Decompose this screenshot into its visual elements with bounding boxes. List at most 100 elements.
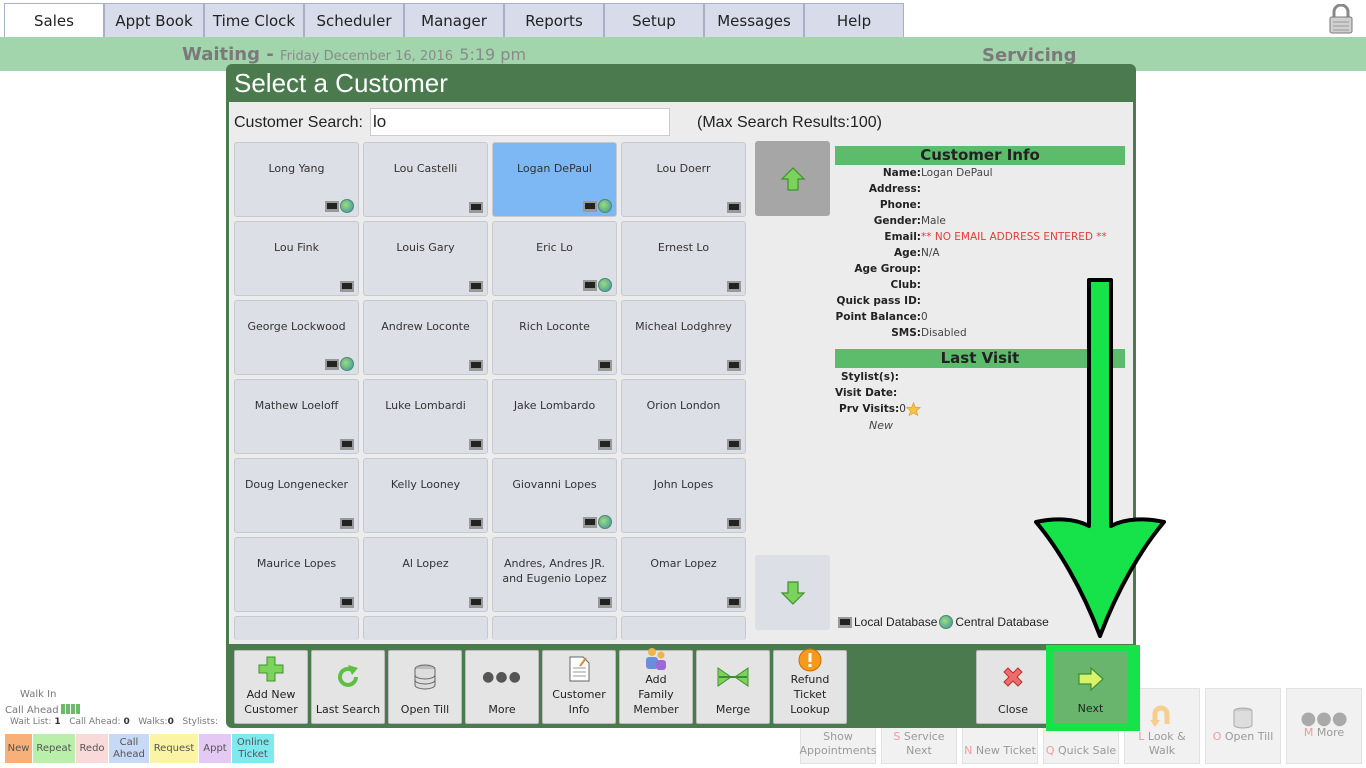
tab-reports[interactable]: Reports	[504, 3, 604, 37]
open-till-bottom-button[interactable]: O Open Till	[1205, 688, 1281, 764]
customer-tile[interactable]: John Lopes	[621, 458, 746, 533]
walks-count: 0	[167, 717, 174, 727]
info-value: Male	[921, 215, 946, 227]
select-customer-dialog: Select a Customer Customer Search: lo (M…	[226, 64, 1140, 731]
customer-tile[interactable]: Kelly Looney	[363, 458, 488, 533]
more-key: M	[1303, 726, 1314, 739]
globe-icon	[598, 515, 612, 529]
customer-name: George Lockwood	[247, 320, 346, 333]
customer-tile[interactable]: Louis Gary	[363, 221, 488, 296]
customer-tile[interactable]: Al Lopez	[363, 537, 488, 612]
quick-sale-key: Q	[1045, 744, 1055, 757]
chip-request[interactable]: Request	[150, 734, 198, 763]
customer-tile-partial[interactable]	[363, 616, 488, 640]
customer-tile[interactable]: Eric Lo	[492, 221, 617, 296]
legend-local-label: Local Database	[854, 615, 938, 629]
database-icon	[414, 664, 436, 689]
customer-name: Doug Longenecker	[244, 478, 349, 491]
stylists-label: Stylists:	[182, 717, 218, 727]
monitor-icon	[340, 597, 354, 608]
prv-visits-value: 0	[899, 403, 906, 415]
customer-tile[interactable]: Rich Loconte	[492, 300, 617, 375]
monitor-icon	[340, 518, 354, 529]
monitor-icon	[727, 518, 741, 529]
database-source-icons	[340, 439, 354, 450]
customer-tile[interactable]: Doug Longenecker	[234, 458, 359, 533]
database-source-icons	[727, 202, 741, 213]
customer-tile[interactable]: Omar Lopez	[621, 537, 746, 612]
call-ahead-count: 0	[123, 717, 130, 727]
customer-name: Mathew Loeloff	[254, 399, 339, 412]
customer-tile[interactable]: Giovanni Lopes	[492, 458, 617, 533]
customer-info-button[interactable]: Customer Info	[542, 650, 616, 724]
tab-time-clock[interactable]: Time Clock	[204, 3, 304, 37]
info-key: Point Balance:	[835, 311, 921, 323]
more-button[interactable]: ●●● More	[465, 650, 539, 724]
customer-tile[interactable]: Long Yang	[234, 142, 359, 217]
monitor-icon	[727, 281, 741, 292]
chip-new[interactable]: New	[5, 734, 32, 763]
info-row: Age: N/A	[835, 245, 1125, 261]
info-key: SMS:	[891, 327, 921, 339]
chip-online-ticket[interactable]: Online Ticket	[232, 734, 274, 763]
customer-tile[interactable]: Maurice Lopes	[234, 537, 359, 612]
customer-tile[interactable]: Lou Castelli	[363, 142, 488, 217]
show-appointments-label: Show Appointments	[799, 730, 877, 757]
tab-appt-book[interactable]: Appt Book	[104, 3, 204, 37]
tab-setup[interactable]: Setup	[604, 3, 704, 37]
tab-help[interactable]: Help	[804, 3, 904, 37]
info-row: Email: ** NO EMAIL ADDRESS ENTERED **	[835, 229, 1125, 245]
scroll-down-button[interactable]	[755, 555, 830, 630]
customer-grid-overflow	[234, 616, 750, 640]
open-till-key: O	[1212, 730, 1222, 743]
family-icon	[646, 648, 666, 670]
tab-messages[interactable]: Messages	[704, 3, 804, 37]
customer-tile[interactable]: Luke Lombardi	[363, 379, 488, 454]
customer-tile[interactable]: Ernest Lo	[621, 221, 746, 296]
customer-tile[interactable]: Andres, Andres JR. and Eugenio Lopez	[492, 537, 617, 612]
globe-icon	[598, 278, 612, 292]
customer-tile[interactable]: Jake Lombardo	[492, 379, 617, 454]
add-family-member-button[interactable]: Add Family Member	[619, 648, 693, 724]
lock-icon[interactable]	[1328, 4, 1354, 34]
customer-tile-partial[interactable]	[621, 616, 746, 640]
chip-appt[interactable]: Appt	[199, 734, 231, 763]
customer-name: Luke Lombardi	[385, 399, 466, 412]
tab-scheduler[interactable]: Scheduler	[304, 3, 404, 37]
tab-sales[interactable]: Sales	[4, 3, 104, 37]
tab-manager[interactable]: Manager	[404, 3, 504, 37]
customer-tile[interactable]: Mathew Loeloff	[234, 379, 359, 454]
customer-name: Lou Doerr	[656, 162, 711, 175]
customer-tile[interactable]: Orion London	[621, 379, 746, 454]
monitor-icon	[598, 360, 612, 371]
customer-search-input[interactable]: lo	[370, 108, 670, 136]
call-ahead-count-label: Call Ahead:	[69, 717, 121, 727]
database-source-icons	[469, 360, 483, 371]
customer-tile[interactable]: Andrew Loconte	[363, 300, 488, 375]
chip-repeat[interactable]: Repeat	[33, 734, 75, 763]
customer-tile[interactable]: Lou Doerr	[621, 142, 746, 217]
info-row: Age Group:	[835, 261, 1125, 277]
chip-call-ahead[interactable]: Call Ahead	[109, 734, 149, 763]
open-till-button[interactable]: Open Till	[388, 650, 462, 724]
refund-ticket-lookup-button[interactable]: Refund Ticket Lookup	[773, 648, 847, 724]
customer-tile[interactable]: Micheal Lodghrey	[621, 300, 746, 375]
monitor-icon	[727, 360, 741, 371]
new-ticket-label: New Ticket	[975, 744, 1036, 757]
last-search-button[interactable]: Last Search	[311, 650, 385, 724]
customer-tile-partial[interactable]	[234, 616, 359, 640]
customer-tile[interactable]: Logan DePaul	[492, 142, 617, 217]
merge-button[interactable]: Merge	[696, 650, 770, 724]
customer-tile[interactable]: Lou Fink	[234, 221, 359, 296]
monitor-icon	[469, 597, 483, 608]
scroll-up-button[interactable]	[755, 141, 830, 216]
document-icon	[569, 656, 590, 682]
customer-tile-partial[interactable]	[492, 616, 617, 640]
more-bottom-button[interactable]: ●●● M More	[1286, 688, 1362, 764]
chip-redo[interactable]: Redo	[76, 734, 108, 763]
next-button[interactable]: Next	[1053, 651, 1128, 723]
close-button[interactable]: Close	[976, 650, 1050, 724]
customer-tile[interactable]: George Lockwood	[234, 300, 359, 375]
add-new-customer-button[interactable]: Add New Customer	[234, 650, 308, 724]
customer-grid: Long Yang Lou Castelli Logan DePaul Lou Doe…	[234, 142, 750, 640]
